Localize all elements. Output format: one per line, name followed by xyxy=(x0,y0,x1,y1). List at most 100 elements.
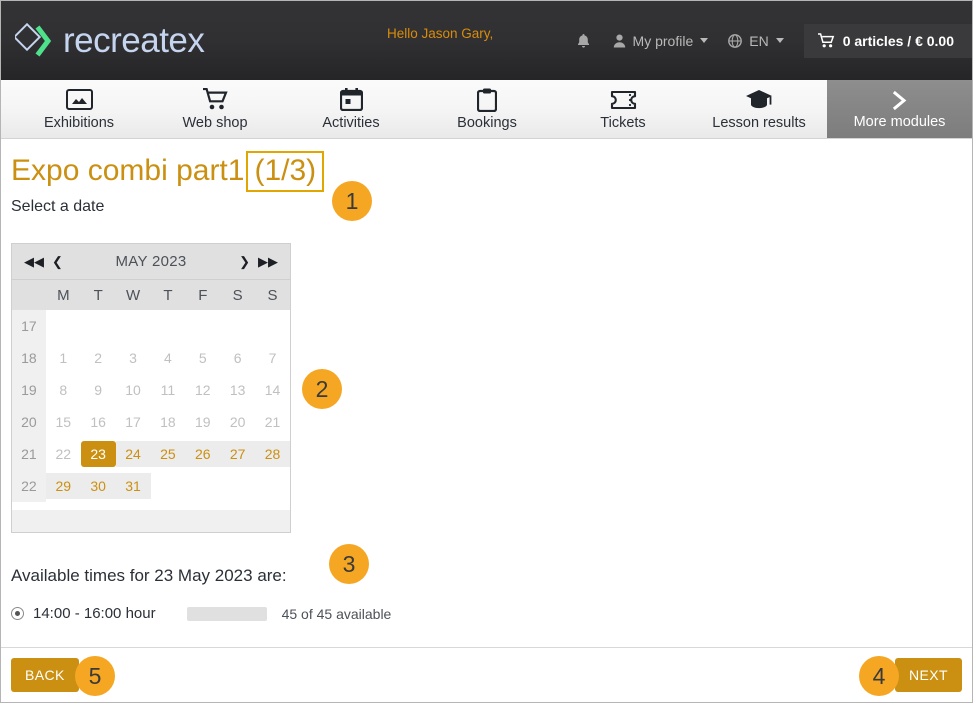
bell-icon[interactable] xyxy=(576,33,591,49)
calendar-day: 10 xyxy=(116,377,151,403)
calendar-day[interactable]: 23 xyxy=(81,441,116,467)
user-icon xyxy=(613,34,626,48)
annotation-badge-2: 2 xyxy=(302,369,342,409)
calendar-day: 6 xyxy=(220,345,255,371)
page-title: Expo combi part1(1/3) xyxy=(11,151,324,192)
brand-name: recreatex xyxy=(63,21,204,61)
calendar-day: 20 xyxy=(220,409,255,435)
calendar-day: 11 xyxy=(151,377,186,403)
ticket-icon xyxy=(610,87,637,112)
calendar-day[interactable]: 26 xyxy=(185,441,220,467)
cart-button[interactable]: 0 articles / € 0.00 xyxy=(804,24,972,58)
diamond-chevron-logo-icon xyxy=(15,22,57,60)
my-profile-menu[interactable]: My profile xyxy=(613,33,709,49)
weekday-label: S xyxy=(220,287,255,304)
calendar-body: 1718123456719891011121314201516171819202… xyxy=(12,310,290,510)
availability-text: 45 of 45 available xyxy=(282,606,392,622)
next-button[interactable]: NEXT xyxy=(895,658,962,692)
nav-label: Bookings xyxy=(457,115,517,131)
clipboard-icon xyxy=(477,87,497,112)
chevron-left-icon[interactable]: ❮ xyxy=(52,255,63,268)
calendar-week-number: 17 xyxy=(12,310,46,342)
date-picker-calendar[interactable]: ◀◀ ❮ MAY 2023 ❯ ▶▶ M T W T F S S 1718123… xyxy=(11,243,291,533)
calendar-day[interactable]: 24 xyxy=(116,441,151,467)
calendar-day-empty xyxy=(46,313,81,339)
nav-item-exhibitions[interactable]: Exhibitions xyxy=(11,80,147,138)
calendar-day-empty xyxy=(151,313,186,339)
my-profile-label: My profile xyxy=(633,33,694,49)
calendar-day: 2 xyxy=(81,345,116,371)
calendar-week-row: 19891011121314 xyxy=(12,374,290,406)
calendar-day-empty xyxy=(81,313,116,339)
calendar-day: 19 xyxy=(185,409,220,435)
calendar-day: 12 xyxy=(185,377,220,403)
calendar-week-row: 22293031 xyxy=(12,470,290,502)
calendar-week-row: 2122232425262728 xyxy=(12,438,290,470)
calendar-day: 9 xyxy=(81,377,116,403)
weekday-label: S xyxy=(255,287,290,304)
calendar-day-empty xyxy=(185,473,220,499)
page-subtitle: Select a date xyxy=(11,198,962,216)
nav-label: Activities xyxy=(322,115,379,131)
nav-item-lesson-results[interactable]: Lesson results xyxy=(691,80,827,138)
brand-logo[interactable]: recreatex xyxy=(15,21,204,61)
availability-bar xyxy=(187,607,267,621)
calendar-week-number: 22 xyxy=(12,470,46,502)
time-slot-radio[interactable] xyxy=(11,607,24,620)
graduation-cap-icon xyxy=(745,87,773,112)
calendar-day: 7 xyxy=(255,345,290,371)
calendar-day-empty xyxy=(220,473,255,499)
calendar-day: 3 xyxy=(116,345,151,371)
page-title-row: Expo combi part1(1/3) xyxy=(11,139,962,192)
double-chevron-left-icon[interactable]: ◀◀ xyxy=(24,255,44,268)
calendar-day[interactable]: 28 xyxy=(255,441,290,467)
calendar-day[interactable]: 25 xyxy=(151,441,186,467)
weekday-label: T xyxy=(81,287,116,304)
calendar-day: 18 xyxy=(151,409,186,435)
nav-item-activities[interactable]: Activities xyxy=(283,80,419,138)
globe-icon xyxy=(728,34,742,48)
nav-item-bookings[interactable]: Bookings xyxy=(419,80,555,138)
calendar-day[interactable]: 31 xyxy=(116,473,151,499)
calendar-day: 15 xyxy=(46,409,81,435)
back-button[interactable]: BACK xyxy=(11,658,79,692)
main-navigation: Exhibitions Web shop xyxy=(1,80,972,139)
calendar-day[interactable]: 29 xyxy=(46,473,81,499)
app-window: recreatex Hello Jason Gary, My profile xyxy=(0,0,973,703)
annotation-badge-4: 4 xyxy=(859,656,899,696)
calendar-day[interactable]: 30 xyxy=(81,473,116,499)
page-title-text: Expo combi part1 xyxy=(11,154,244,187)
calendar-footer xyxy=(12,510,290,532)
calendar-week-number: 18 xyxy=(12,342,46,374)
calendar-day-empty xyxy=(255,473,290,499)
nav-item-web-shop[interactable]: Web shop xyxy=(147,80,283,138)
nav-item-tickets[interactable]: Tickets xyxy=(555,80,691,138)
more-modules-button[interactable]: More modules xyxy=(827,80,972,138)
calendar-icon xyxy=(340,87,363,112)
chevron-down-icon xyxy=(776,38,784,43)
calendar-day: 21 xyxy=(255,409,290,435)
chevron-right-icon[interactable]: ❯ xyxy=(239,255,250,268)
footer-bar: BACK NEXT xyxy=(1,647,972,702)
cart-label: 0 articles / € 0.00 xyxy=(843,33,954,49)
time-slot-row[interactable]: 14:00 - 16:00 hour 45 of 45 available xyxy=(11,605,962,622)
calendar-week-row: 17 xyxy=(12,310,290,342)
calendar-weekday-header: M T W T F S S xyxy=(12,280,290,310)
language-menu[interactable]: EN xyxy=(728,33,783,49)
main-content: Expo combi part1(1/3) Select a date ◀◀ ❮… xyxy=(1,139,972,622)
calendar-day-empty xyxy=(255,313,290,339)
calendar-header: ◀◀ ❮ MAY 2023 ❯ ▶▶ xyxy=(12,244,290,280)
nav-items: Exhibitions Web shop xyxy=(1,80,827,138)
calendar-day[interactable]: 27 xyxy=(220,441,255,467)
calendar-day: 16 xyxy=(81,409,116,435)
weekday-label: T xyxy=(151,287,186,304)
double-chevron-right-icon[interactable]: ▶▶ xyxy=(258,255,278,268)
calendar-day: 4 xyxy=(151,345,186,371)
step-indicator: (1/3) xyxy=(246,151,324,192)
weekday-label: M xyxy=(46,287,81,304)
weekday-label: F xyxy=(185,287,220,304)
more-modules-label: More modules xyxy=(854,114,946,130)
greeting-text: Hello Jason Gary, xyxy=(387,26,493,41)
cart-icon xyxy=(818,33,835,48)
available-times-heading: Available times for 23 May 2023 are: xyxy=(11,566,287,586)
